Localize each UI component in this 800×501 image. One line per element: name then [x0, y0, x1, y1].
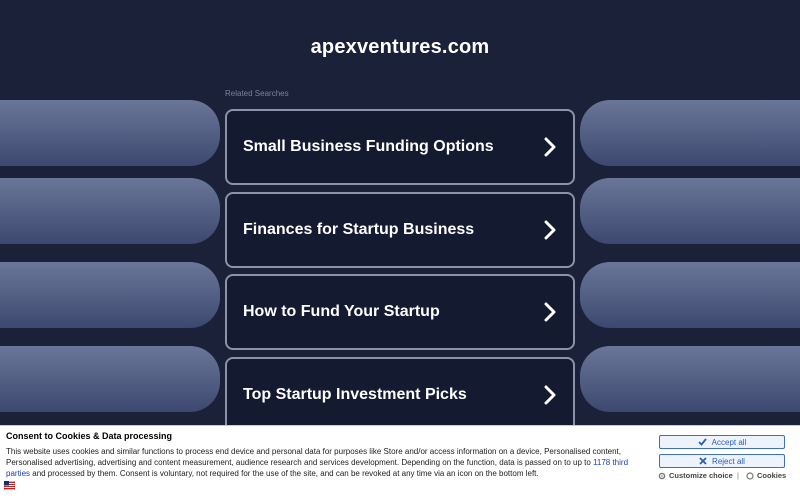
- related-search-label: Small Business Funding Options: [243, 138, 494, 155]
- bg-band-right: [580, 178, 800, 244]
- related-search-link[interactable]: Finances for Startup Business: [225, 192, 575, 268]
- consent-title: Consent to Cookies & Data processing: [6, 431, 173, 441]
- accept-all-button[interactable]: Accept all: [659, 435, 785, 449]
- consent-text-post: and processed by them. Consent is volunt…: [30, 469, 539, 478]
- cookie-consent-banner: Consent to Cookies & Data processing Thi…: [0, 425, 800, 501]
- related-search-label: Top Startup Investment Picks: [243, 386, 467, 403]
- related-search-label: How to Fund Your Startup: [243, 303, 440, 320]
- bg-band-left: [0, 262, 220, 328]
- bg-band-left: [0, 100, 220, 166]
- cookies-label: Cookies: [757, 471, 787, 480]
- bg-band-right: [580, 100, 800, 166]
- bg-band-right: [580, 346, 800, 412]
- accept-all-label: Accept all: [711, 437, 747, 447]
- reject-all-label: Reject all: [712, 456, 745, 466]
- bg-band-left: [0, 178, 220, 244]
- chevron-right-icon: [544, 137, 556, 157]
- cookie-icon: [746, 471, 754, 480]
- customize-choice-label: Customize choice: [669, 471, 733, 480]
- chevron-right-icon: [544, 220, 556, 240]
- customize-choice-button[interactable]: Customize choice: [658, 471, 733, 480]
- close-icon: [699, 457, 707, 465]
- related-search-label: Finances for Startup Business: [243, 221, 475, 238]
- separator: |: [737, 471, 739, 480]
- site-title: apexventures.com: [310, 36, 490, 58]
- consent-text-pre: This website uses cookies and similar fu…: [6, 447, 622, 467]
- consent-text: This website uses cookies and similar fu…: [6, 446, 646, 479]
- chevron-right-icon: [544, 302, 556, 322]
- bg-band-right: [580, 262, 800, 328]
- consent-settings-icon[interactable]: [4, 481, 15, 490]
- chevron-right-icon: [544, 385, 556, 405]
- bg-band-left: [0, 346, 220, 412]
- check-icon: [698, 438, 707, 446]
- related-search-link[interactable]: How to Fund Your Startup: [225, 274, 575, 350]
- related-search-link[interactable]: Top Startup Investment Picks: [225, 357, 575, 433]
- gear-icon: [658, 472, 666, 479]
- related-searches-heading: Related Searches: [225, 89, 289, 98]
- reject-all-button[interactable]: Reject all: [659, 454, 785, 468]
- cookies-button[interactable]: Cookies: [746, 471, 786, 480]
- related-search-link[interactable]: Small Business Funding Options: [225, 109, 575, 185]
